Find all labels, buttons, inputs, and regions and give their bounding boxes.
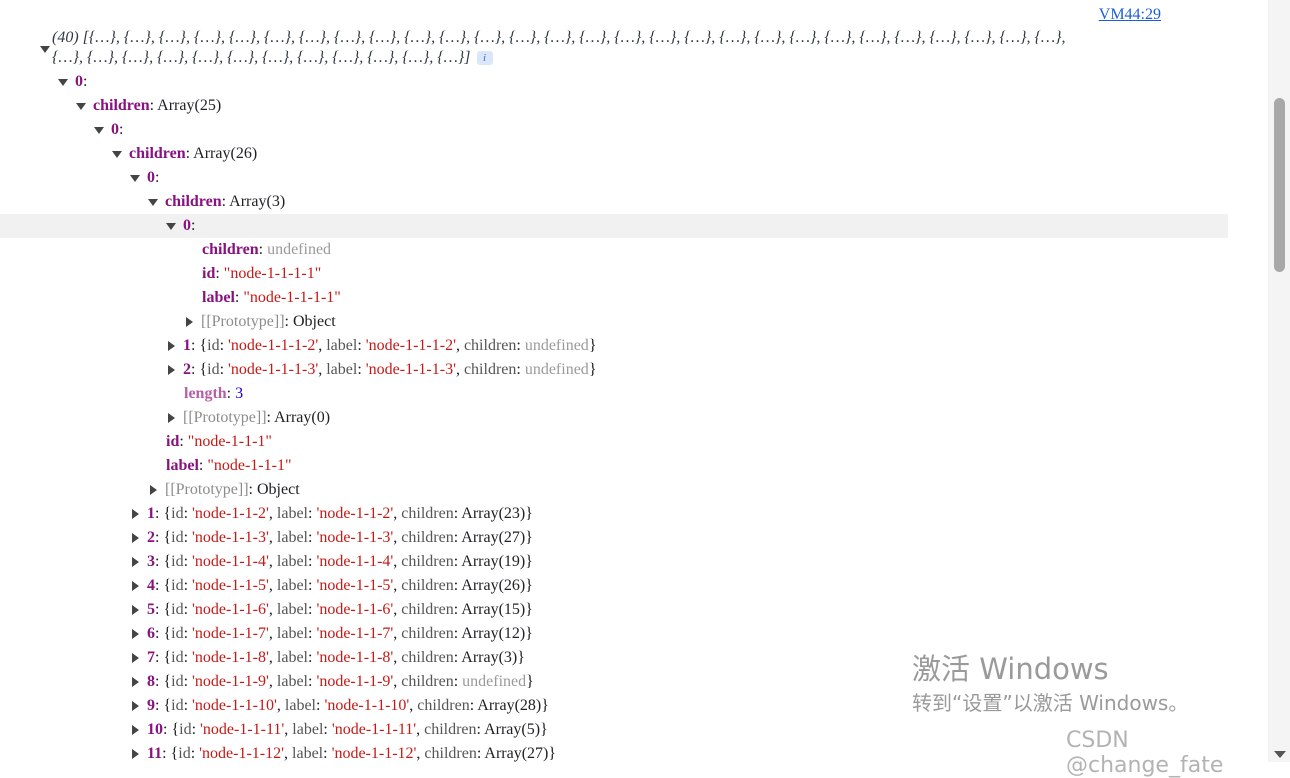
tree-row[interactable]: 4: {id: 'node-1-1-5', label: 'node-1-1-5… — [0, 574, 1290, 598]
expand-arrow-icon[interactable] — [132, 605, 139, 616]
tree-row[interactable]: 1: {id: 'node-1-1-1-2', label: 'node-1-1… — [0, 334, 1290, 358]
expand-arrow-icon[interactable] — [58, 78, 68, 86]
expand-arrow-icon[interactable] — [132, 677, 139, 688]
expand-arrow-icon[interactable] — [132, 653, 139, 664]
expand-arrow-icon[interactable] — [132, 629, 139, 640]
expand-arrow-icon[interactable] — [186, 317, 193, 328]
tree-row[interactable]: 0: — [0, 118, 1290, 142]
expand-arrow-icon[interactable] — [130, 174, 140, 182]
tree-row[interactable]: 2: {id: 'node-1-1-1-3', label: 'node-1-1… — [0, 358, 1290, 382]
array-summary[interactable]: (40) [{…}, {…}, {…}, {…}, {…}, {…}, {…},… — [40, 28, 1200, 68]
activation-title: 激活 Windows — [912, 652, 1109, 686]
tree-row-selected[interactable]: 0: — [0, 214, 1228, 238]
tree-row[interactable]: children: Array(26) — [0, 142, 1290, 166]
expand-arrow-icon[interactable] — [132, 533, 139, 544]
source-location-link[interactable]: VM44:29 — [1099, 6, 1161, 24]
windows-activation-notice: 激活 Windows 转到“设置”以激活 Windows。 — [912, 650, 1188, 718]
tree-row[interactable]: label: "node-1-1-1-1" — [0, 286, 1290, 310]
tree-row[interactable]: [[Prototype]]: Object — [0, 310, 1290, 334]
csdn-watermark: CSDN @change_fate — [1066, 728, 1224, 778]
expand-arrow-icon[interactable] — [132, 701, 139, 712]
array-preview-line1: (40) [{…}, {…}, {…}, {…}, {…}, {…}, {…},… — [52, 29, 1066, 46]
tree-row[interactable]: [[Prototype]]: Object — [0, 478, 1290, 502]
expand-arrow-icon[interactable] — [168, 365, 175, 376]
tree-row[interactable]: 2: {id: 'node-1-1-3', label: 'node-1-1-3… — [0, 526, 1290, 550]
info-icon[interactable]: i — [476, 51, 493, 66]
tree-row[interactable]: 0: — [0, 70, 1286, 94]
tree-row[interactable]: id: "node-1-1-1-1" — [0, 262, 1290, 286]
tree-row[interactable]: 1: {id: 'node-1-1-2', label: 'node-1-1-2… — [0, 502, 1290, 526]
tree-row[interactable]: children: undefined — [0, 238, 1290, 262]
expand-arrow-icon[interactable] — [168, 413, 175, 424]
expand-arrow-icon[interactable] — [132, 725, 139, 736]
tree-row[interactable]: 3: {id: 'node-1-1-4', label: 'node-1-1-4… — [0, 550, 1290, 574]
tree-row[interactable]: id: "node-1-1-1" — [0, 430, 1290, 454]
vertical-scrollbar[interactable] — [1268, 0, 1290, 762]
tree-row[interactable]: [[Prototype]]: Array(0) — [0, 406, 1290, 430]
tree-row[interactable]: 5: {id: 'node-1-1-6', label: 'node-1-1-6… — [0, 598, 1290, 622]
expand-arrow-icon[interactable] — [166, 222, 176, 230]
tree-row[interactable]: label: "node-1-1-1" — [0, 454, 1290, 478]
tree-row[interactable]: children: Array(25) — [0, 94, 1290, 118]
tree-row[interactable]: length: 3 — [0, 382, 1290, 406]
expand-arrow-icon[interactable] — [94, 126, 104, 134]
tree-row[interactable]: 6: {id: 'node-1-1-7', label: 'node-1-1-7… — [0, 622, 1290, 646]
expand-arrow-icon[interactable] — [112, 150, 122, 158]
expand-arrow-icon[interactable] — [148, 198, 158, 206]
console-output: VM44:29 (40) [{…}, {…}, {…}, {…}, {…}, {… — [0, 0, 1228, 762]
tree-row[interactable]: children: Array(3) — [0, 190, 1290, 214]
tree-row[interactable]: 0: — [0, 166, 1290, 190]
scrollbar-thumb[interactable] — [1274, 98, 1285, 272]
expand-arrow-icon[interactable] — [150, 485, 157, 496]
expand-arrow-icon[interactable] — [132, 509, 139, 520]
expand-arrow-icon[interactable] — [76, 102, 86, 110]
expand-arrow-icon[interactable] — [132, 557, 139, 568]
expand-arrow-icon[interactable] — [132, 749, 139, 760]
collapse-arrow-icon[interactable] — [40, 46, 50, 53]
expand-arrow-icon[interactable] — [168, 341, 175, 352]
expand-arrow-icon[interactable] — [132, 581, 139, 592]
array-preview-line2: {…}, {…}, {…}, {…}, {…}, {…}, {…}, {…}, … — [52, 48, 1200, 68]
activation-subtitle: 转到“设置”以激活 Windows。 — [912, 691, 1189, 715]
